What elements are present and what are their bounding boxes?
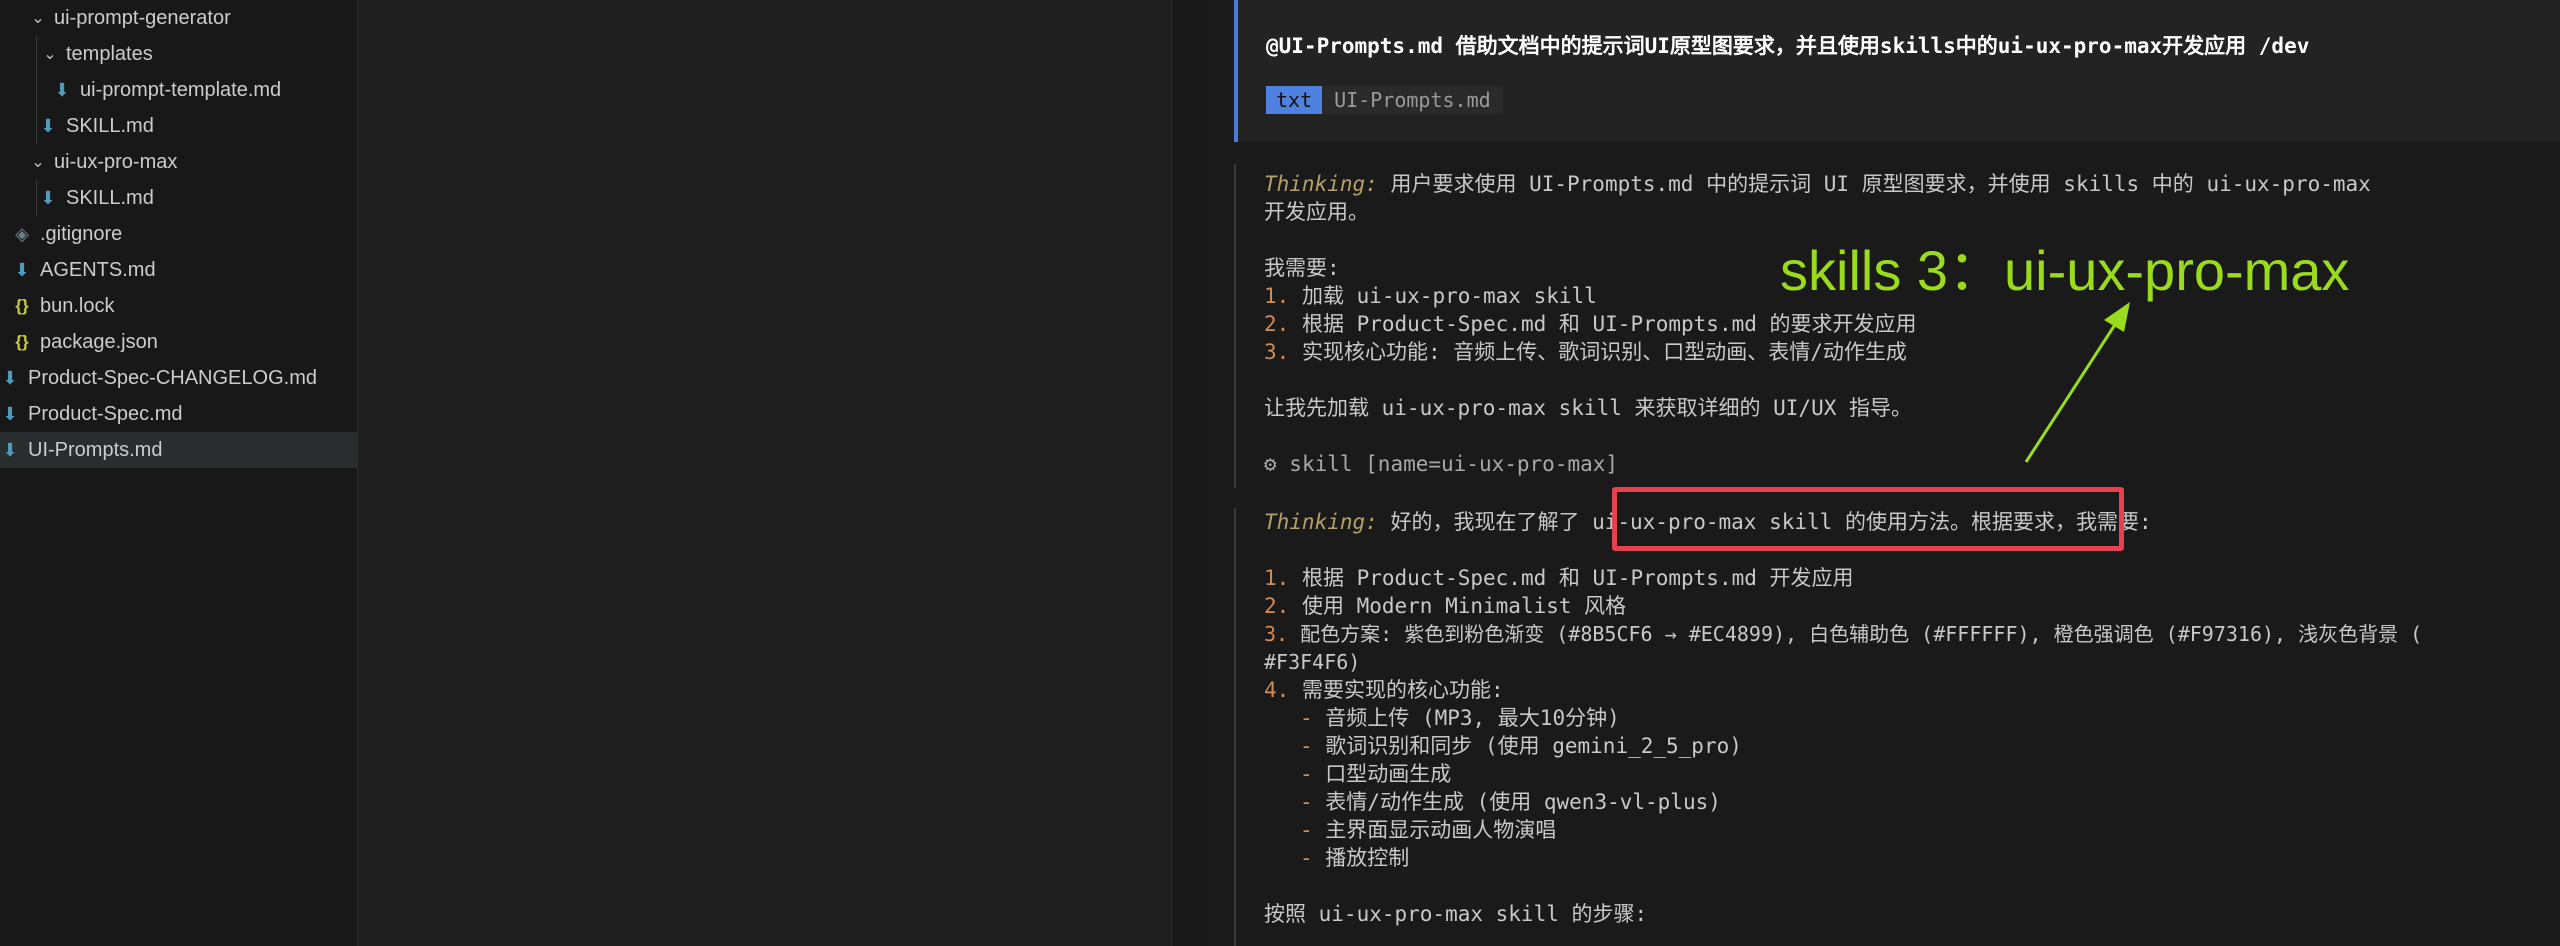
tree-item-label: templates xyxy=(66,42,153,65)
markdown-icon: ⬇ xyxy=(40,187,56,208)
thinking-text-cont: 开发应用。 xyxy=(1264,200,1369,224)
tree-item-label: AGENTS.md xyxy=(40,258,156,281)
attachment-name: UI-Prompts.md xyxy=(1322,86,1503,114)
thinking-block-2: Thinking: 好的，我现在了解了 ui-ux-pro-max skill … xyxy=(1234,508,2560,946)
editor-area xyxy=(358,0,1171,946)
tool-call[interactable]: ⚙ skill [name=ui-ux-pro-max] xyxy=(1264,450,1618,478)
tree-file-package-json[interactable]: {} package.json xyxy=(0,324,369,360)
chevron-down-icon: ⌄ xyxy=(31,10,45,27)
feature-item: - 主界面显示动画人物演唱 xyxy=(1300,818,1557,842)
tree-file-ui-prompts[interactable]: ⬇ UI-Prompts.md xyxy=(0,432,357,468)
git-icon: ◈ xyxy=(15,223,29,244)
chevron-down-icon: ⌄ xyxy=(43,46,57,63)
tree-file-bun-lock[interactable]: {} bun.lock xyxy=(0,288,369,324)
tree-folder-ui-prompt-generator[interactable]: ⌄ ui-prompt-generator xyxy=(0,0,385,36)
chat-transcript: @UI-Prompts.md 借助文档中的提示词UI原型图要求，并且使用skil… xyxy=(1208,0,2560,946)
feature-item: - 播放控制 xyxy=(1300,846,1410,870)
tree-file-skill-md-2[interactable]: ⬇ SKILL.md xyxy=(0,180,395,216)
tree-item-label: package.json xyxy=(40,330,158,353)
attachment-type: txt xyxy=(1266,86,1323,114)
feature-item: - 歌词识别和同步 (使用 gemini_2_5_pro) xyxy=(1300,734,1742,758)
user-message: @UI-Prompts.md 借助文档中的提示词UI原型图要求，并且使用skil… xyxy=(1234,0,2560,142)
markdown-icon: ⬇ xyxy=(54,79,70,100)
json-icon: {} xyxy=(15,296,29,315)
markdown-icon: ⬇ xyxy=(14,259,30,280)
tree-file-gitignore[interactable]: ◈ .gitignore xyxy=(0,216,369,252)
tree-item-label: ui-prompt-template.md xyxy=(80,78,282,101)
tree-item-label: bun.lock xyxy=(40,294,115,317)
tree-item-label: Product-Spec-CHANGELOG.md xyxy=(28,366,317,389)
step-item: 3. 配色方案: 紫色到粉色渐变 (#8B5CF6 → #EC4899), 白色… xyxy=(1264,622,2423,646)
feature-item: - 表情/动作生成 (使用 qwen3-vl-plus) xyxy=(1300,790,1721,814)
explorer-sidebar: ⌄ ui-prompt-generator ⌄ templates ⬇ ui-p… xyxy=(0,0,358,946)
tree-file-product-spec-changelog[interactable]: ⬇ Product-Spec-CHANGELOG.md xyxy=(0,360,357,396)
tree-item-label: .gitignore xyxy=(40,222,123,245)
tree-folder-templates[interactable]: ⌄ templates xyxy=(0,36,397,72)
step-item: 3. 实现核心功能: 音频上传、歌词识别、口型动画、表情/动作生成 xyxy=(1264,340,1907,364)
followup-text: 让我先加载 ui-ux-pro-max skill 来获取详细的 UI/UX 指… xyxy=(1264,396,1913,420)
annotation-highlight-box xyxy=(1612,487,2124,551)
thinking-label: Thinking: xyxy=(1264,172,1378,196)
annotation-label: skills 3：ui-ux-pro-max xyxy=(1780,239,2350,302)
chevron-down-icon: ⌄ xyxy=(31,154,45,171)
user-message-text: @UI-Prompts.md 借助文档中的提示词UI原型图要求，并且使用skil… xyxy=(1266,34,2310,58)
tree-item-label: ui-prompt-generator xyxy=(54,6,231,29)
step-item: 1. 根据 Product-Spec.md 和 UI-Prompts.md 开发… xyxy=(1264,566,1854,590)
thinking-text: 用户要求使用 UI-Prompts.md 中的提示词 UI 原型图要求，并使用 … xyxy=(1377,172,2371,196)
tree-file-agents-md[interactable]: ⬇ AGENTS.md xyxy=(0,252,369,288)
markdown-icon: ⬇ xyxy=(2,367,18,388)
tree-file-skill-md[interactable]: ⬇ SKILL.md xyxy=(0,108,395,144)
thinking-block-1: Thinking: 用户要求使用 UI-Prompts.md 中的提示词 UI … xyxy=(1234,164,2560,488)
step-item: 2. 根据 Product-Spec.md 和 UI-Prompts.md 的要… xyxy=(1264,312,1917,336)
markdown-icon: ⬇ xyxy=(40,115,56,136)
tree-item-label: SKILL.md xyxy=(66,186,154,209)
attachment-chip[interactable]: txt UI-Prompts.md xyxy=(1266,86,1503,114)
feature-item: - 口型动画生成 xyxy=(1300,762,1452,786)
markdown-icon: ⬇ xyxy=(2,403,18,424)
tree-item-label: SKILL.md xyxy=(66,114,154,137)
tree-file-ui-prompt-template[interactable]: ⬇ ui-prompt-template.md xyxy=(0,72,409,108)
tree-item-label: ui-ux-pro-max xyxy=(54,150,178,173)
gear-icon: ⚙ xyxy=(1264,452,1290,476)
step-item: 2. 使用 Modern Minimalist 风格 xyxy=(1264,594,1627,618)
thinking-line: Thinking: 用户要求使用 UI-Prompts.md 中的提示词 UI … xyxy=(1264,170,2371,198)
markdown-icon: ⬇ xyxy=(2,439,18,460)
step-item-cont: #F3F4F6) xyxy=(1264,650,1361,674)
step-item: 4. 需要实现的核心功能: xyxy=(1264,678,1504,702)
tree-file-product-spec[interactable]: ⬇ Product-Spec.md xyxy=(0,396,357,432)
json-icon: {} xyxy=(15,332,29,351)
tree-folder-ui-ux-pro-max[interactable]: ⌄ ui-ux-pro-max xyxy=(0,144,385,180)
need-heading: 我需要: xyxy=(1264,256,1340,280)
followup-text: 按照 ui-ux-pro-max skill 的步骤: xyxy=(1264,902,1648,926)
chat-panel: @UI-Prompts.md 借助文档中的提示词UI原型图要求，并且使用skil… xyxy=(1172,0,2560,946)
tree-item-label: Product-Spec.md xyxy=(28,402,183,425)
feature-item: - 音频上传 (MP3, 最大10分钟) xyxy=(1300,706,1620,730)
step-item: 1. 加载 ui-ux-pro-max skill xyxy=(1264,284,1597,308)
tree-item-label: UI-Prompts.md xyxy=(28,438,163,461)
